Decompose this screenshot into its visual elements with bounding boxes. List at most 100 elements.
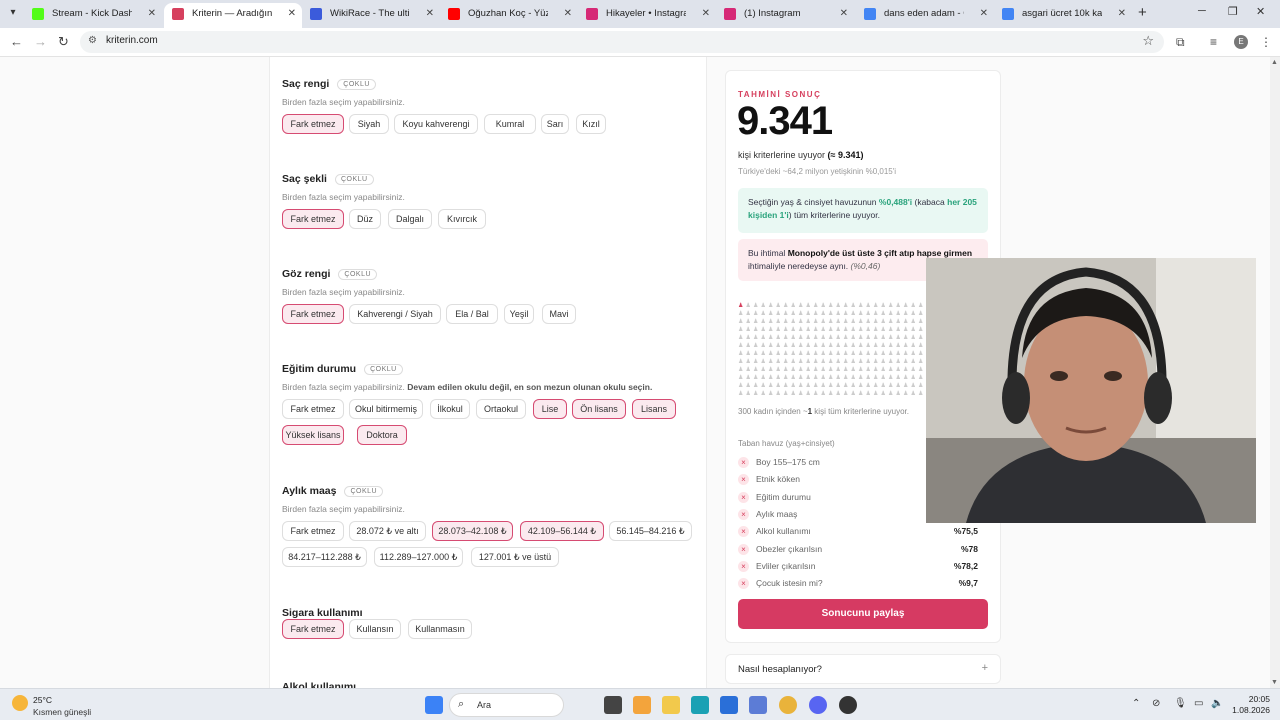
- option-chip[interactable]: Siyah: [349, 114, 389, 134]
- option-chip[interactable]: Fark etmez: [282, 399, 344, 419]
- minimize-button[interactable]: ─: [1198, 5, 1206, 17]
- option-chip[interactable]: Lise: [533, 399, 567, 419]
- option-chip[interactable]: Doktora: [357, 425, 407, 445]
- scroll-down-icon[interactable]: ▼: [1271, 679, 1278, 686]
- option-chip[interactable]: Mavi: [542, 304, 576, 324]
- option-chip[interactable]: Düz: [349, 209, 381, 229]
- option-chip[interactable]: Ön lisans: [572, 399, 626, 419]
- tab-close-icon[interactable]: ✕: [840, 3, 848, 25]
- tray-chevron-icon[interactable]: ⌃: [1132, 698, 1140, 709]
- discord-icon[interactable]: [809, 696, 827, 714]
- tab-7[interactable]: dans eden adam - Google ✕: [856, 3, 994, 28]
- tab-2[interactable]: Kriterin — Aradığın kriterlere ✕: [164, 3, 302, 28]
- tab-6[interactable]: (1) Instagram ✕: [716, 3, 854, 28]
- tab-close-icon[interactable]: ✕: [1118, 3, 1126, 25]
- option-chip[interactable]: 84.217–112.288 ₺: [282, 547, 367, 567]
- option-chip[interactable]: Ela / Bal: [446, 304, 498, 324]
- close-window-button[interactable]: ✕: [1256, 5, 1265, 18]
- option-chip[interactable]: Koyu kahverengi: [394, 114, 478, 134]
- option-chip[interactable]: Fark etmez: [282, 304, 344, 324]
- reload-icon[interactable]: ↻: [58, 34, 69, 50]
- option-chip[interactable]: 56.145–84.216 ₺: [609, 521, 692, 541]
- display-icon[interactable]: ▭: [1194, 698, 1203, 709]
- outlook-icon[interactable]: [749, 696, 767, 714]
- tab-close-icon[interactable]: ✕: [564, 3, 572, 25]
- option-chip[interactable]: Okul bitirmemiş: [349, 399, 423, 419]
- option-chip[interactable]: Kullansın: [349, 619, 401, 639]
- option-chip[interactable]: Ortaokul: [476, 399, 526, 419]
- option-chip[interactable]: Kıvırcık: [438, 209, 486, 229]
- option-chip[interactable]: Kumral: [484, 114, 536, 134]
- tab-favicon-icon: [310, 8, 322, 20]
- tab-close-icon[interactable]: ✕: [426, 3, 434, 25]
- remove-criterion-icon[interactable]: ×: [738, 526, 749, 538]
- option-chip[interactable]: 28.072 ₺ ve altı: [349, 521, 426, 541]
- menu-icon[interactable]: ⋮: [1260, 35, 1272, 49]
- remove-criterion-icon[interactable]: ×: [738, 491, 749, 503]
- extensions-icon[interactable]: ⧉: [1176, 35, 1185, 50]
- option-chip[interactable]: Kızıl: [576, 114, 606, 134]
- how-calculated-accordion[interactable]: Nasıl hesaplanıyor? +: [725, 654, 1001, 684]
- network-icon[interactable]: ⊘: [1152, 698, 1160, 709]
- task-view-icon[interactable]: [604, 696, 622, 714]
- chrome-icon[interactable]: [779, 696, 797, 714]
- tab-close-icon[interactable]: ✕: [980, 3, 988, 25]
- option-chip[interactable]: 127.001 ₺ ve üstü: [471, 547, 559, 567]
- share-result-button[interactable]: Sonucunu paylaş: [738, 599, 988, 629]
- store-icon[interactable]: [720, 696, 738, 714]
- option-chip[interactable]: 112.289–127.000 ₺: [374, 547, 463, 567]
- scroll-up-icon[interactable]: ▲: [1271, 59, 1278, 66]
- option-chip[interactable]: Fark etmez: [282, 521, 344, 541]
- option-chip[interactable]: Yüksek lisans: [282, 425, 344, 445]
- new-tab-button[interactable]: +: [1138, 4, 1147, 21]
- forward-icon[interactable]: →: [34, 34, 47, 49]
- option-chip[interactable]: Lisans: [632, 399, 676, 419]
- page-scrollbar[interactable]: ▲ ▼: [1270, 57, 1280, 688]
- edge-icon[interactable]: [691, 696, 709, 714]
- remove-criterion-icon[interactable]: ×: [738, 508, 749, 520]
- remove-criterion-icon[interactable]: ×: [738, 560, 749, 572]
- search-icon: ⌕: [458, 698, 465, 710]
- start-icon[interactable]: [425, 696, 443, 714]
- maximize-button[interactable]: ❐: [1228, 5, 1238, 18]
- taskbar-clock[interactable]: 20:05 1.08.2026: [1226, 694, 1270, 716]
- tab-close-icon[interactable]: ✕: [702, 3, 710, 25]
- remove-criterion-icon[interactable]: ×: [738, 457, 749, 468]
- volume-icon[interactable]: 🔈: [1211, 698, 1223, 709]
- remove-criterion-icon[interactable]: ×: [738, 578, 749, 590]
- media-icon[interactable]: ≡: [1210, 35, 1217, 49]
- option-chip[interactable]: Sarı: [541, 114, 569, 134]
- mic-icon[interactable]: 🎙: [1174, 698, 1187, 709]
- remove-criterion-icon[interactable]: ×: [738, 543, 749, 555]
- obs-icon[interactable]: [839, 696, 857, 714]
- option-chip[interactable]: İlkokul: [430, 399, 470, 419]
- tab-close-icon[interactable]: ✕: [148, 3, 156, 25]
- site-info-icon[interactable]: ⚙: [88, 35, 97, 46]
- address-bar[interactable]: ⚙ kriterin.com ☆: [80, 31, 1164, 53]
- remove-criterion-icon[interactable]: ×: [738, 474, 749, 486]
- tab-3[interactable]: WikiRace - The ultimative ✕: [302, 3, 440, 28]
- option-chip[interactable]: Dalgalı: [388, 209, 432, 229]
- option-chip[interactable]: 42.109–56.144 ₺: [520, 521, 604, 541]
- section-title: Göz rengi: [282, 268, 331, 280]
- tab-search-icon[interactable]: ▾: [6, 7, 20, 21]
- option-chip[interactable]: Kahverengi / Siyah: [349, 304, 441, 324]
- option-chip[interactable]: 28.073–42.108 ₺: [432, 521, 513, 541]
- back-icon[interactable]: ←: [10, 34, 23, 49]
- taskbar-search[interactable]: ⌕ Ara: [449, 693, 564, 717]
- profile-avatar[interactable]: E: [1234, 35, 1248, 49]
- bookmark-star-icon[interactable]: ☆: [1142, 33, 1154, 49]
- option-chip[interactable]: Kullanmasın: [408, 619, 472, 639]
- option-chip[interactable]: Fark etmez: [282, 619, 344, 639]
- option-chip[interactable]: Fark etmez: [282, 209, 344, 229]
- tab-close-icon[interactable]: ✕: [288, 3, 296, 25]
- tab-1[interactable]: Stream - Kick Dashboard ✕: [24, 3, 162, 28]
- tab-4[interactable]: Oğuzhan Koç - Yüzük (HQ) ✕: [440, 3, 578, 28]
- file-explorer-icon[interactable]: [662, 696, 680, 714]
- tab-5[interactable]: Hikayeler • Instagram ✕: [578, 3, 716, 28]
- people-grid: ♟ ♟ ♟ ♟ ♟ ♟ ♟ ♟ ♟ ♟ ♟ ♟ ♟ ♟ ♟ ♟ ♟ ♟ ♟ ♟ ♟ ♟ ♟ ♟ ♟ ♟ ♟ ♟ ♟ ♟ ♟ ♟ ♟ ♟ ♟ ♟ ♟ ♟ ♟ ♟…: [738, 303, 926, 401]
- tab-8[interactable]: asgari ücret 10k kadın - G ✕: [994, 3, 1132, 28]
- option-chip[interactable]: Fark etmez: [282, 114, 344, 134]
- option-chip[interactable]: Yeşil: [504, 304, 534, 324]
- copilot-icon[interactable]: [633, 696, 651, 714]
